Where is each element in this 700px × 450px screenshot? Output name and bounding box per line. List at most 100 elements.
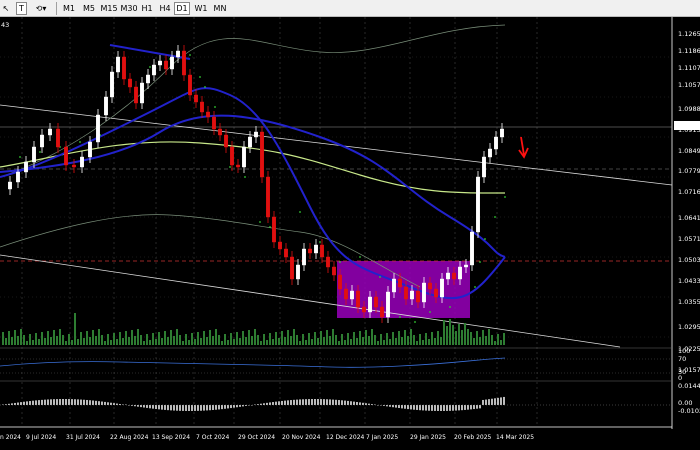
volume-bar [182, 341, 184, 345]
bear-candle [223, 134, 228, 148]
volume-bar [92, 330, 94, 345]
macd-axis-label: -0.0102 [678, 407, 700, 415]
volume-bar [227, 340, 229, 345]
volume-bar [407, 336, 409, 345]
bull-candle [175, 50, 180, 58]
volume-bar [323, 337, 325, 345]
macd-histogram-bar [461, 405, 463, 411]
volume-bar [146, 334, 148, 345]
volume-bar [284, 337, 286, 345]
volume-bar [257, 335, 259, 345]
bear-candle [63, 146, 68, 166]
macd-histogram-bar [488, 399, 490, 405]
macd-histogram-bar [158, 405, 160, 410]
volume-bar [395, 338, 397, 345]
macd-histogram-bar [329, 399, 331, 405]
volume-bar [413, 335, 415, 345]
macd-histogram-bar [473, 405, 475, 410]
price-axis-label: 1.09880 [678, 105, 700, 113]
bull-candle [476, 176, 481, 233]
macd-histogram-bar [407, 405, 409, 410]
timeframe-m5-button[interactable]: M5 [81, 2, 97, 15]
volume-bar [179, 335, 181, 345]
volume-bar [287, 330, 289, 345]
volume-bar [143, 341, 145, 345]
timeframe-mn-button[interactable]: MN [212, 2, 228, 15]
macd-histogram-bar [335, 399, 337, 405]
parabolic-sar-dot [214, 106, 216, 108]
bear-candle [404, 286, 409, 300]
price-axis-label: 1.03550 [678, 298, 700, 306]
parabolic-sar-dot [479, 261, 481, 263]
macd-histogram-bar [218, 405, 220, 410]
volume-bar [326, 330, 328, 345]
macd-histogram-bar [317, 399, 319, 405]
timeframe-h4-button[interactable]: H4 [157, 2, 173, 15]
volume-bar [152, 333, 154, 345]
parabolic-sar-dot [359, 256, 361, 258]
macd-histogram-bar [284, 400, 286, 405]
macd-histogram-bar [32, 400, 34, 405]
price-axis-label: 1.07790 [678, 167, 700, 175]
macd-histogram-bar [224, 405, 226, 409]
text-tool-icon[interactable]: T [16, 2, 27, 15]
macd-histogram-bar [98, 401, 100, 405]
volume-bar [17, 336, 19, 345]
macd-histogram-bar [191, 405, 193, 411]
volume-bar [233, 339, 235, 345]
shapes-icon[interactable]: ⟲▾ [32, 2, 50, 15]
volume-bar [263, 334, 265, 345]
macd-histogram-bar [422, 405, 424, 411]
macd-histogram-bar [140, 405, 142, 408]
volume-bar [452, 325, 454, 345]
macd-histogram-bar [164, 405, 166, 410]
price-chart[interactable]: 1.126501.118601.110701.105701.098801.091… [0, 17, 700, 450]
macd-histogram-bar [299, 399, 301, 405]
volume-bar [71, 340, 73, 345]
price-axis-label: 1.08490 [678, 147, 700, 155]
volume-bar [410, 329, 412, 345]
volume-bar [14, 330, 16, 345]
macd-histogram-bar [188, 405, 190, 411]
upper-band-line [0, 24, 506, 178]
timeframe-h1-button[interactable]: H1 [139, 2, 155, 15]
macd-histogram-bar [431, 405, 433, 411]
volume-bar [167, 337, 169, 345]
volume-bar [389, 339, 391, 345]
parabolic-sar-dot [204, 86, 206, 88]
macd-histogram-bar [434, 405, 436, 411]
timeframe-m30-button[interactable]: M30 [119, 2, 139, 15]
volume-bar [77, 339, 79, 345]
macd-histogram-bar [17, 402, 19, 405]
volume-bar [59, 329, 61, 345]
bear-candle [326, 256, 331, 268]
macd-histogram-bar [281, 400, 283, 405]
parabolic-sar-dot [39, 151, 41, 153]
bear-candle [374, 296, 379, 308]
cursor-icon[interactable]: ↖ [0, 2, 12, 15]
bear-candle [356, 290, 361, 308]
volume-bar [404, 330, 406, 345]
volume-bar [197, 332, 199, 345]
macd-histogram-bar [452, 405, 454, 411]
bull-candle [410, 290, 415, 300]
timeframe-m15-button[interactable]: M15 [99, 2, 119, 15]
volume-bar [443, 320, 445, 345]
volume-bar [248, 330, 250, 345]
macd-histogram-bar [419, 405, 421, 411]
volume-bar [296, 335, 298, 345]
volume-bar [422, 340, 424, 345]
volume-bar [41, 332, 43, 345]
volume-bar [53, 330, 55, 345]
macd-histogram-bar [362, 402, 364, 405]
volume-bar [236, 332, 238, 345]
symbol-corner-label: 43 [1, 21, 9, 29]
macd-histogram-bar [182, 405, 184, 411]
timeframe-m1-button[interactable]: M1 [61, 2, 77, 15]
macd-histogram-bar [413, 405, 415, 410]
timeframe-w1-button[interactable]: W1 [193, 2, 209, 15]
volume-bar [212, 336, 214, 345]
macd-histogram-bar [197, 405, 199, 411]
volume-bar [191, 333, 193, 345]
timeframe-d1-button[interactable]: D1 [174, 2, 190, 15]
